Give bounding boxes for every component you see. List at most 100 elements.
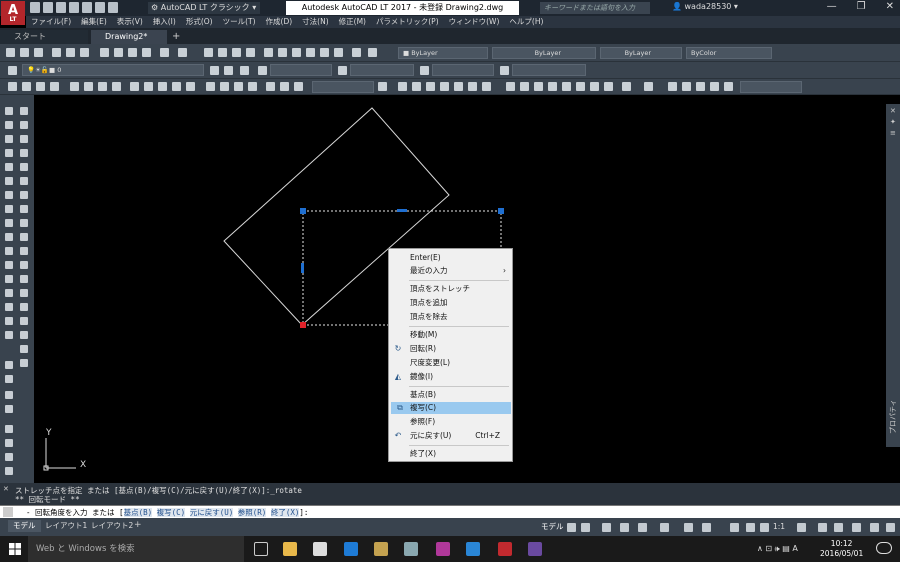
- matchprop-icon[interactable]: [142, 48, 151, 57]
- temp-track-icon[interactable]: [622, 82, 631, 91]
- publish-icon[interactable]: [80, 48, 89, 57]
- app3-icon[interactable]: [528, 542, 542, 556]
- open-icon[interactable]: [20, 48, 29, 57]
- command-line[interactable]: - 回転角度を入力 または [基点(B) 複写(C) 元に戻す(U) 参照(R)…: [0, 505, 900, 518]
- grid-icon[interactable]: [567, 523, 576, 532]
- option-base[interactable]: 基点(B): [123, 508, 153, 517]
- qdim-icon[interactable]: [130, 82, 139, 91]
- snap-nearest-icon[interactable]: [576, 82, 585, 91]
- annotation-scale-icon[interactable]: [760, 523, 769, 532]
- maximize-icon[interactable]: ❐: [857, 1, 866, 12]
- dim-update-icon[interactable]: [294, 82, 303, 91]
- linetype-dropdown[interactable]: ByLayer: [492, 47, 596, 59]
- text-style-icon[interactable]: [258, 66, 267, 75]
- isolate-objects-icon[interactable]: [834, 523, 843, 532]
- scale-text-icon[interactable]: [5, 453, 13, 461]
- text-style-dropdown[interactable]: [270, 64, 332, 76]
- dim-aligned-icon[interactable]: [22, 82, 31, 91]
- cut-icon[interactable]: [100, 48, 109, 57]
- spline-icon[interactable]: [20, 219, 28, 227]
- trim-icon[interactable]: [5, 233, 13, 241]
- file-explorer-icon[interactable]: [283, 542, 297, 556]
- tab-model[interactable]: モデル: [8, 520, 41, 532]
- zoom-previous-icon[interactable]: [246, 48, 255, 57]
- qnew-icon[interactable]: [6, 48, 15, 57]
- snap-parallel-icon[interactable]: [534, 82, 543, 91]
- construction-line-icon[interactable]: [20, 107, 28, 115]
- ctx-exit[interactable]: 終了(X): [389, 448, 512, 460]
- table-icon[interactable]: [352, 48, 361, 57]
- center-mark-icon[interactable]: [220, 82, 229, 91]
- spellcheck-icon[interactable]: [5, 405, 13, 413]
- revcloud-icon[interactable]: [20, 205, 28, 213]
- osnap-tracking-icon[interactable]: [684, 523, 693, 532]
- annotation-visibility-icon[interactable]: [730, 523, 739, 532]
- move-icon[interactable]: [5, 177, 13, 185]
- snap-node-icon[interactable]: [562, 82, 571, 91]
- layer-properties-icon[interactable]: [8, 66, 17, 75]
- taskbar-search-input[interactable]: Web と Windows を検索: [28, 536, 244, 562]
- circle-icon[interactable]: [20, 191, 28, 199]
- field-icon[interactable]: [5, 439, 13, 447]
- fillet-icon[interactable]: [5, 303, 13, 311]
- point-icon[interactable]: [20, 289, 28, 297]
- dim-linear-icon[interactable]: [8, 82, 17, 91]
- polygon-icon[interactable]: [20, 149, 28, 157]
- annotation-scale-dropdown[interactable]: 1:1: [773, 522, 785, 531]
- dim-break-icon[interactable]: [186, 82, 195, 91]
- layer-previous-icon[interactable]: [224, 66, 233, 75]
- undo-icon[interactable]: [160, 48, 169, 57]
- help-icon[interactable]: [368, 48, 377, 57]
- layer-dropdown[interactable]: 💡☀🔓■ 0: [22, 64, 204, 76]
- osnap-icon[interactable]: [702, 523, 711, 532]
- erase-icon[interactable]: [20, 121, 28, 129]
- tab-layout2[interactable]: レイアウト2: [86, 520, 138, 532]
- app2-icon[interactable]: [436, 542, 450, 556]
- arc-icon[interactable]: [20, 177, 28, 185]
- viewport-clip-icon[interactable]: [724, 82, 733, 91]
- dim-jogged-icon[interactable]: [84, 82, 93, 91]
- option-reference[interactable]: 参照(R): [237, 508, 267, 517]
- ctx-reference[interactable]: 参照(F): [389, 416, 512, 428]
- table-style-dropdown[interactable]: [432, 64, 494, 76]
- option-undo[interactable]: 元に戻す(U): [189, 508, 234, 517]
- close-icon[interactable]: ✕: [3, 485, 9, 493]
- find-icon[interactable]: [5, 391, 13, 399]
- dim-style-dropdown[interactable]: [350, 64, 414, 76]
- gradient-icon[interactable]: [20, 317, 28, 325]
- viewport-scale-dropdown[interactable]: [740, 81, 802, 93]
- plus-icon[interactable]: [818, 523, 827, 532]
- snap-none-icon[interactable]: [590, 82, 599, 91]
- ime-indicator[interactable]: A: [792, 544, 797, 553]
- snap-perpendicular-icon[interactable]: [520, 82, 529, 91]
- snap-tangent-icon[interactable]: [506, 82, 515, 91]
- close-icon[interactable]: ✕: [890, 107, 896, 115]
- grip-top-left[interactable]: [300, 208, 306, 214]
- pan-icon[interactable]: [204, 48, 213, 57]
- viewport-4-icon[interactable]: [710, 82, 719, 91]
- tab-start[interactable]: スタート: [0, 30, 88, 44]
- preview-icon[interactable]: [66, 48, 75, 57]
- option-exit[interactable]: 終了(X): [270, 508, 300, 517]
- ctx-base-point[interactable]: 基点(B): [389, 389, 512, 401]
- ellipse-arc-icon[interactable]: [20, 247, 28, 255]
- snap-endpoint-icon[interactable]: [398, 82, 407, 91]
- text-icon[interactable]: [5, 361, 13, 369]
- ctx-enter[interactable]: Enter(E): [389, 252, 512, 264]
- arc-tool-icon[interactable]: [20, 135, 28, 143]
- break-icon[interactable]: [5, 261, 13, 269]
- menu-draw[interactable]: 作成(D): [261, 16, 298, 28]
- viewport-icon[interactable]: [668, 82, 677, 91]
- chamfer-icon[interactable]: [5, 289, 13, 297]
- rectangle-icon[interactable]: [20, 163, 28, 171]
- text-edit-icon[interactable]: [5, 425, 13, 433]
- tolerance-icon[interactable]: [206, 82, 215, 91]
- autocad-taskbar-icon[interactable]: [498, 542, 512, 556]
- join-icon[interactable]: [5, 275, 13, 283]
- designcenter-icon[interactable]: [278, 48, 287, 57]
- windows-start-icon[interactable]: [9, 543, 21, 555]
- insert-block-icon[interactable]: [20, 261, 28, 269]
- menu-help[interactable]: ヘルプ(H): [504, 16, 548, 28]
- menu-tools[interactable]: ツール(T): [218, 16, 261, 28]
- save-icon[interactable]: [34, 48, 43, 57]
